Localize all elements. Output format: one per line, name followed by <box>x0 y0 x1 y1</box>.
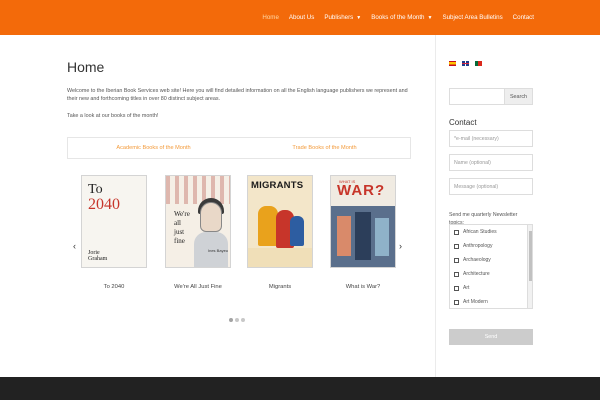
book-card[interactable]: WHAT IS WAR? What is War? <box>330 175 396 290</box>
cover-illustration <box>200 202 222 232</box>
topic-label: Art Modern <box>463 299 488 305</box>
list-item[interactable]: Archaeology <box>450 253 532 267</box>
books-carousel: ‹ To 2040 Jorie Graham To 2040 We're all… <box>67 175 411 325</box>
contact-heading: Contact <box>449 118 477 127</box>
carousel-dot[interactable] <box>229 318 233 322</box>
book-card[interactable]: MIGRANTS Migrants <box>247 175 313 290</box>
nav-subject-area-bulletins[interactable]: Subject Area Bulletins <box>442 14 502 21</box>
cover-author: Graham <box>88 256 108 262</box>
scrollbar[interactable] <box>527 225 532 308</box>
cover-author: Ines Bayeu <box>208 248 229 253</box>
nav-publishers[interactable]: Publishers ▼ <box>324 14 361 21</box>
cover-illustration <box>375 218 389 256</box>
nav-about-us[interactable]: About Us <box>289 14 314 21</box>
cover-text: 2040 <box>88 196 120 213</box>
page-title: Home <box>67 59 105 75</box>
checkbox[interactable] <box>454 285 459 291</box>
book-title[interactable]: We're All Just Fine <box>165 284 231 290</box>
english-flag-icon[interactable] <box>462 61 469 66</box>
cover-text: fine <box>174 237 185 245</box>
topic-label: Archaeology <box>463 257 491 263</box>
newsletter-topics-list[interactable]: African Studies Anthropology Archaeology… <box>449 224 533 309</box>
topic-label: African Studies <box>463 229 497 235</box>
message-placeholder: Message (optional) <box>454 183 499 190</box>
name-placeholder: Name (optional) <box>454 159 491 166</box>
carousel-dot[interactable] <box>241 318 245 322</box>
checkbox[interactable] <box>454 229 459 235</box>
checkbox[interactable] <box>454 257 459 263</box>
cover-text: just <box>174 228 185 236</box>
cover-illustration <box>258 206 278 246</box>
name-field[interactable]: Name (optional) <box>449 154 533 171</box>
checkbox[interactable] <box>454 271 459 277</box>
cover-text: WAR? <box>337 182 386 199</box>
nav-contact[interactable]: Contact <box>513 14 534 21</box>
main-nav: Home About Us Publishers ▼ Books of the M… <box>252 0 534 35</box>
chevron-left-icon[interactable]: ‹ <box>73 241 76 251</box>
search-form: Search <box>449 88 533 105</box>
cover-text: We're <box>174 210 190 218</box>
search-button[interactable]: Search <box>505 88 533 105</box>
book-cover[interactable]: To 2040 Jorie Graham <box>81 175 147 268</box>
cover-text: MIGRANTS <box>251 180 304 191</box>
cover-illustration <box>248 248 312 267</box>
cover-illustration <box>290 216 304 246</box>
nav-books-of-the-month[interactable]: Books of the Month ▼ <box>371 14 432 21</box>
portuguese-flag-icon[interactable] <box>475 61 482 66</box>
book-title[interactable]: Migrants <box>247 284 313 290</box>
book-title[interactable]: What is War? <box>330 284 396 290</box>
tab-academic-books[interactable]: Academic Books of the Month <box>68 138 239 158</box>
email-placeholder: e-mail (necessary) <box>456 135 499 142</box>
chevron-right-icon[interactable]: › <box>399 241 402 251</box>
spanish-flag-icon[interactable] <box>449 61 456 66</box>
cover-text: all <box>174 219 181 227</box>
book-cover[interactable]: MIGRANTS <box>247 175 313 268</box>
chevron-down-icon: ▼ <box>427 14 433 21</box>
search-input[interactable] <box>449 88 505 105</box>
book-card[interactable]: We're all just fine Ines Bayeu We're All… <box>165 175 231 290</box>
footer <box>0 377 600 400</box>
topic-label: Anthropology <box>463 243 493 249</box>
intro-text-2: Take a look at our books of the month! <box>67 113 159 119</box>
list-item[interactable]: Anthropology <box>450 239 532 253</box>
book-cover[interactable]: WHAT IS WAR? <box>330 175 396 268</box>
book-card[interactable]: To 2040 Jorie Graham To 2040 <box>81 175 147 290</box>
cover-illustration <box>337 216 351 256</box>
book-cover[interactable]: We're all just fine Ines Bayeu <box>165 175 231 268</box>
chevron-down-icon: ▼ <box>356 14 362 21</box>
list-item[interactable]: Architecture <box>450 267 532 281</box>
intro-text: Welcome to the Iberian Book Services web… <box>67 88 408 102</box>
send-button[interactable]: Send <box>449 329 533 345</box>
cover-pattern <box>166 176 230 204</box>
sidebar-divider <box>435 35 436 377</box>
checkbox[interactable] <box>454 299 459 305</box>
message-field[interactable]: Message (optional) <box>449 178 533 195</box>
list-item[interactable]: Art <box>450 281 532 295</box>
email-field[interactable]: * e-mail (necessary) <box>449 130 533 147</box>
top-header-bar: Home About Us Publishers ▼ Books of the M… <box>0 0 600 35</box>
scrollbar-thumb[interactable] <box>529 231 532 281</box>
list-item[interactable]: Art Modern <box>450 295 532 308</box>
nav-home[interactable]: Home <box>262 14 279 21</box>
checkbox[interactable] <box>454 243 459 249</box>
tab-trade-books[interactable]: Trade Books of the Month <box>239 138 410 158</box>
cover-illustration <box>355 212 371 260</box>
carousel-pagination <box>229 318 247 322</box>
book-title[interactable]: To 2040 <box>81 284 147 290</box>
language-switcher <box>449 61 488 66</box>
list-item[interactable]: African Studies <box>450 225 532 239</box>
topic-label: Art <box>463 285 470 291</box>
carousel-dot[interactable] <box>235 318 239 322</box>
topic-label: Architecture <box>463 271 490 277</box>
books-tabs: Academic Books of the Month Trade Books … <box>67 137 411 159</box>
